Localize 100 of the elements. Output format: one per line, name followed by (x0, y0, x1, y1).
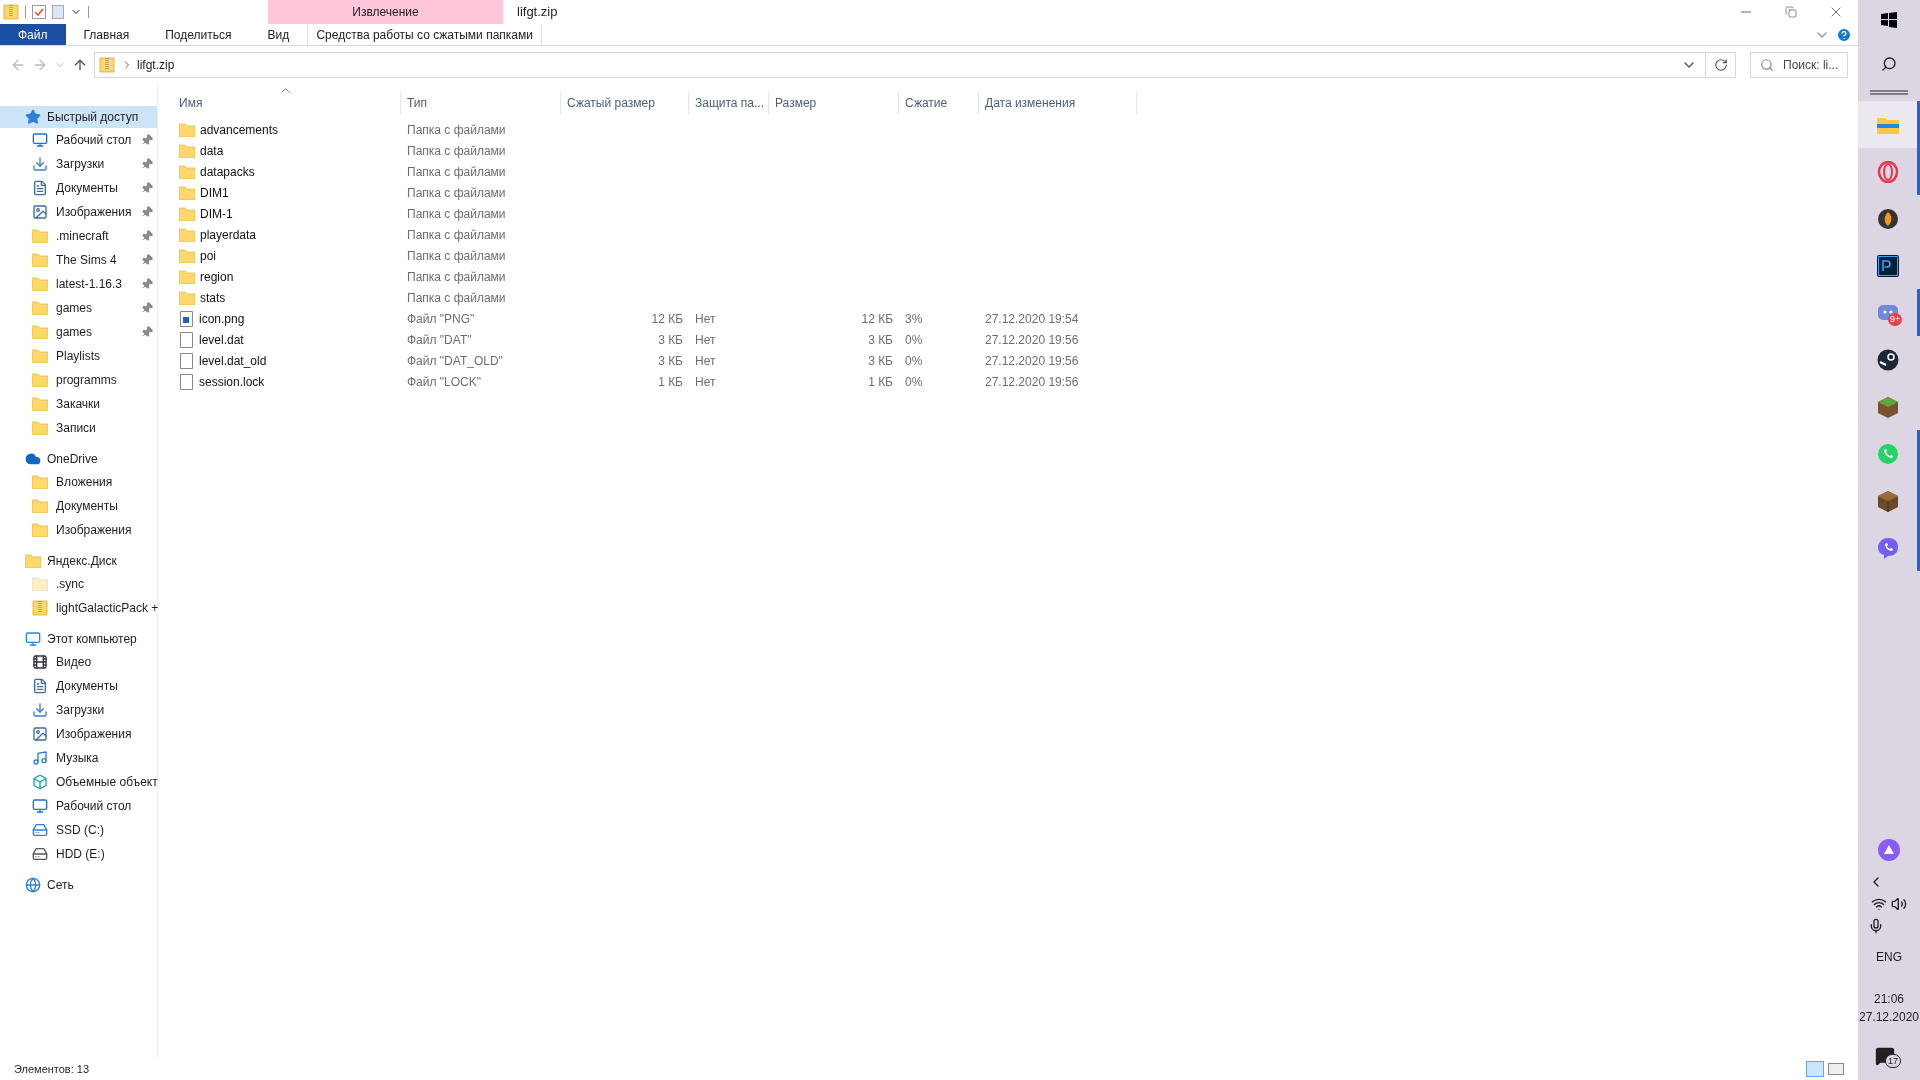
search-field[interactable]: Поиск: li... (1750, 52, 1848, 78)
file-row[interactable]: playerdata Папка с файлами (173, 224, 1858, 245)
file-row[interactable]: level.dat_old Файл "DAT_OLD" 3 КБ Нет 3 КБ 0% 27.12.2020 19:56 (173, 350, 1858, 371)
language-indicator[interactable]: ENG (1876, 948, 1902, 966)
table-cell-text: 3 КБ (658, 331, 683, 349)
details-view-button[interactable] (1806, 1061, 1824, 1077)
checkmark-icon[interactable] (32, 5, 46, 19)
sidebar-item[interactable]: Сеть (0, 874, 157, 896)
column-header[interactable]: Сжатый размер (561, 92, 689, 114)
file-row[interactable]: DIM-1 Папка с файлами (173, 203, 1858, 224)
ribbon-tab[interactable]: Вид (249, 24, 308, 45)
folder-icon (32, 577, 48, 591)
sidebar-item[interactable]: lightGalacticPack + (0, 596, 157, 620)
ps-square-icon (1876, 254, 1899, 277)
sidebar-item[interactable]: Документы (0, 176, 157, 200)
assistant-icon[interactable] (1877, 838, 1901, 862)
zip-folder-icon (3, 4, 19, 20)
windows-logo-icon[interactable] (1881, 12, 1897, 28)
folder-icon (1876, 115, 1899, 134)
sidebar-item[interactable]: latest-1.16.3 (0, 272, 157, 296)
column-header[interactable]: Тип (401, 92, 561, 114)
table-cell-text: 3% (905, 310, 923, 328)
table-cell-text: 12 КБ (651, 310, 683, 328)
sidebar-item[interactable]: Вложения (0, 470, 157, 494)
table-cell-text: 3 КБ (868, 352, 893, 370)
refresh-icon[interactable] (1713, 58, 1728, 72)
ribbon-tab[interactable]: Поделиться (147, 24, 250, 45)
sidebar-item[interactable]: Playlists (0, 344, 157, 368)
ribbon-tab[interactable]: Главная (65, 24, 148, 45)
sidebar-item[interactable]: Музыка (0, 746, 157, 770)
file-row[interactable]: stats Папка с файлами (173, 287, 1858, 308)
sidebar-item[interactable]: Загрузки (0, 152, 157, 176)
sidebar-item[interactable]: Этот компьютер (0, 628, 157, 650)
file-row[interactable]: poi Папка с файлами (173, 245, 1858, 266)
column-header[interactable]: Размер (769, 92, 899, 114)
sidebar-item[interactable]: The Sims 4 (0, 248, 157, 272)
ribbon-tab[interactable]: Файл (0, 24, 66, 45)
ribbon-tab[interactable]: Средства работы со сжатыми папками (307, 24, 543, 45)
folder-icon (179, 143, 195, 158)
sidebar-item[interactable]: Яндекс.Диск (0, 550, 157, 572)
file-name: DIM1 (200, 184, 229, 202)
sidebar-item[interactable]: games (0, 320, 157, 344)
sidebar-item[interactable]: Загрузки (0, 698, 157, 722)
sidebar-item[interactable]: Изображения (0, 722, 157, 746)
file-row[interactable]: icon.png Файл "PNG" 12 КБ Нет 12 КБ 3% 27.12.2020 19:54 (173, 308, 1858, 329)
column-header[interactable]: Защита па... (689, 92, 769, 114)
sidebar-item[interactable]: HDD (E:) (0, 842, 157, 866)
column-header[interactable]: Имя (173, 92, 401, 114)
sidebar-item[interactable]: Видео (0, 650, 157, 674)
sidebar-item[interactable]: games (0, 296, 157, 320)
star-icon (25, 109, 41, 125)
column-header[interactable]: Дата изменения (979, 92, 1137, 114)
file-row[interactable]: session.lock Файл "LOCK" 1 КБ Нет 1 КБ 0% 27.12.2020 19:56 (173, 371, 1858, 392)
table-cell-text: 0% (905, 331, 923, 349)
sidebar-item[interactable]: Записи (0, 416, 157, 440)
file-row[interactable]: advancements Папка с файлами (173, 119, 1858, 140)
sidebar-item[interactable]: Закачки (0, 392, 157, 416)
task-view-icon[interactable] (1870, 90, 1908, 95)
table-cell-text: Папка с файлами (407, 142, 506, 160)
up-icon[interactable] (72, 57, 88, 73)
clock-time[interactable]: 21:06 (1874, 990, 1904, 1008)
sidebar-item[interactable]: Рабочий стол (0, 794, 157, 818)
picture-icon (32, 726, 48, 742)
sidebar-item[interactable]: .minecraft (0, 224, 157, 248)
sidebar-item[interactable]: Документы (0, 674, 157, 698)
folder-icon (32, 301, 48, 315)
sidebar-item[interactable]: Быстрый доступ (0, 106, 157, 128)
sidebar-item[interactable]: .sync (0, 572, 157, 596)
file-row[interactable]: data Папка с файлами (173, 140, 1858, 161)
sidebar-item[interactable]: Изображения (0, 518, 157, 542)
sidebar-item[interactable]: Рабочий стол (0, 128, 157, 152)
help-icon[interactable] (1836, 26, 1852, 43)
breadcrumb-item[interactable]: lifgt.zip (137, 56, 175, 74)
column-header[interactable]: Сжатие (899, 92, 979, 114)
sidebar-item[interactable]: SSD (C:) (0, 818, 157, 842)
microphone-icon[interactable] (1868, 918, 1884, 934)
taskbar-app[interactable]: 9+ (1858, 289, 1920, 336)
sidebar-item[interactable]: OneDrive (0, 448, 157, 470)
network-icon[interactable] (1871, 896, 1887, 912)
table-cell-text: Файл "DAT" (407, 331, 472, 349)
search-icon[interactable] (1881, 56, 1897, 72)
file-row[interactable]: DIM1 Папка с файлами (173, 182, 1858, 203)
sidebar-item[interactable]: Объемные объект (0, 770, 157, 794)
sidebar-item[interactable]: programms (0, 368, 157, 392)
table-cell-text: 0% (905, 373, 923, 391)
clock-date[interactable]: 27.12.2020 (1858, 1008, 1920, 1026)
file-row[interactable]: datapacks Папка с файлами (173, 161, 1858, 182)
thumbnail-view-button[interactable] (1828, 1063, 1844, 1075)
document-icon (32, 180, 48, 196)
file-row[interactable]: level.dat Файл "DAT" 3 КБ Нет 3 КБ 0% 27.12.2020 19:56 (173, 329, 1858, 350)
folder-icon (32, 373, 48, 387)
sidebar-item[interactable]: Документы (0, 494, 157, 518)
file-name: data (200, 142, 224, 160)
volume-icon[interactable] (1891, 896, 1907, 912)
sidebar-item[interactable]: Изображения (0, 200, 157, 224)
folder-icon (32, 229, 48, 243)
folder-icon (32, 499, 48, 513)
restore-icon[interactable] (1784, 6, 1797, 18)
file-row[interactable]: region Папка с файлами (173, 266, 1858, 287)
table-cell-text: Файл "PNG" (407, 310, 475, 328)
